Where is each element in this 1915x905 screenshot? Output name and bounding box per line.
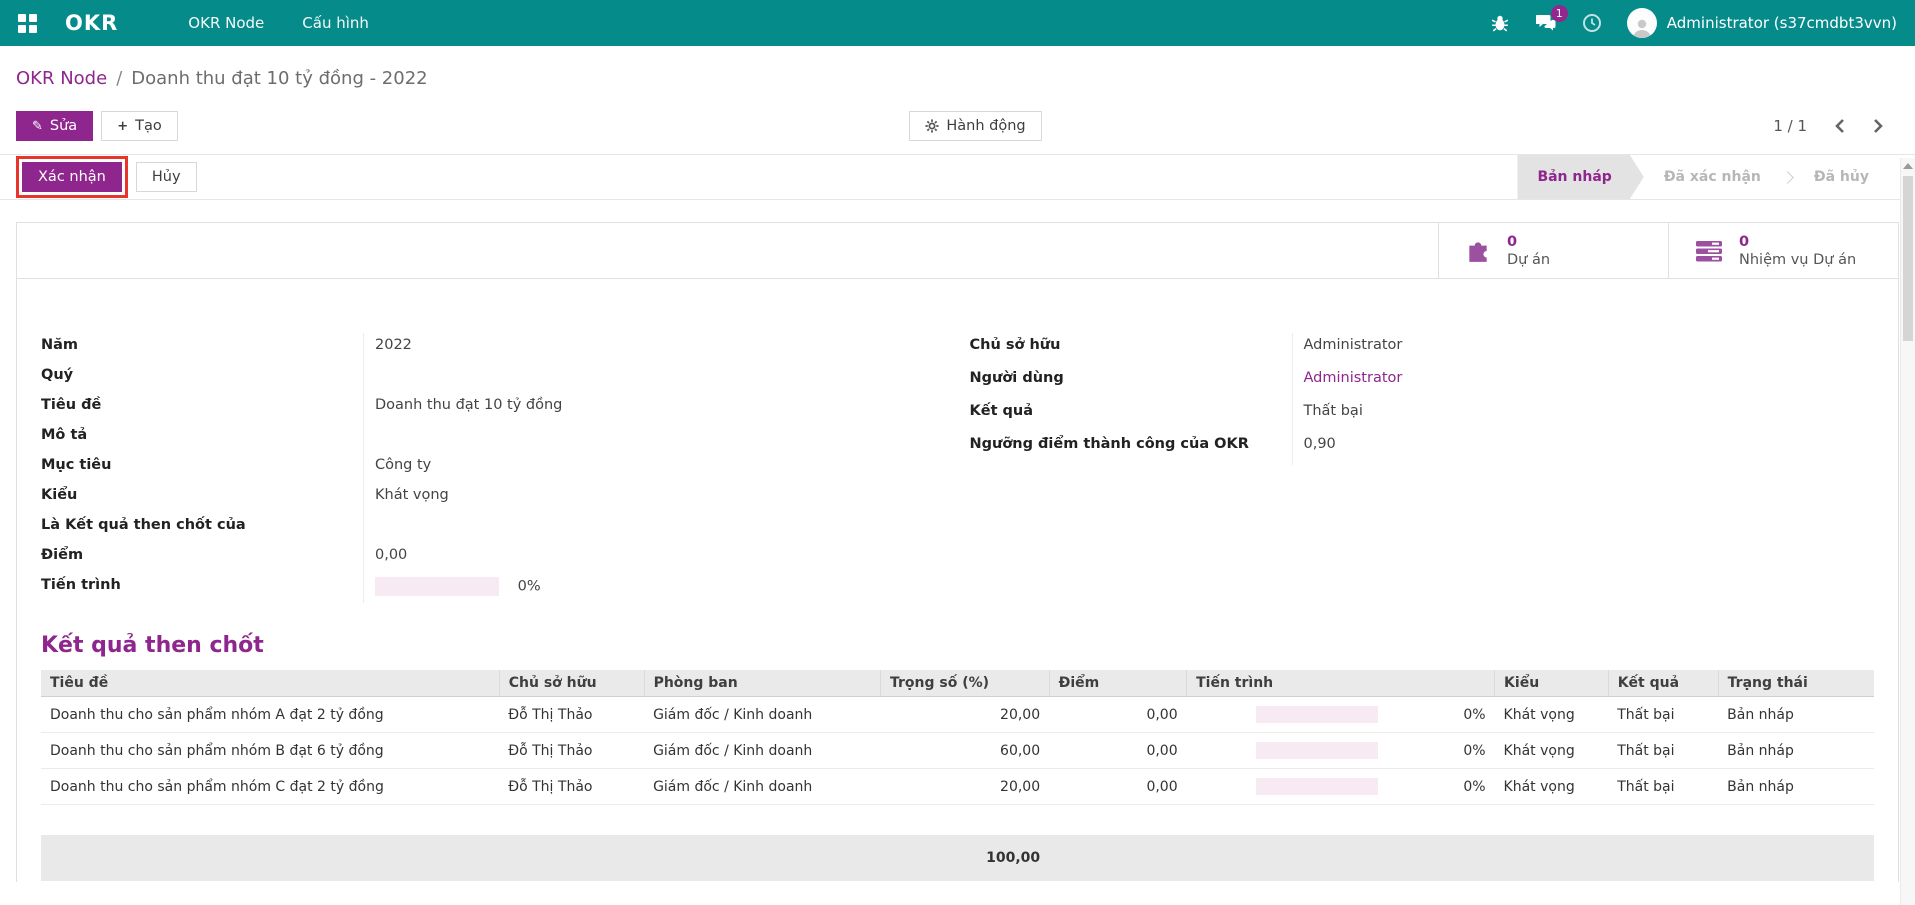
table-row[interactable]: Doanh thu cho sản phẩm nhóm B đạt 6 tỷ đ… (41, 733, 1874, 769)
field-threshold: Ngưỡng điểm thành công của OKR 0,90 (970, 432, 1899, 465)
stat-button-box: 0 Dự án 0 Nhiệm vụ Dự án (17, 223, 1898, 279)
nav-menu-okr-node[interactable]: OKR Node (188, 14, 264, 32)
table-header-row: Tiêu đề Chủ sở hữu Phòng ban Trọng số (%… (41, 670, 1874, 697)
edit-button[interactable]: ✎ Sửa (16, 111, 93, 141)
field-owner: Chủ sở hữu Administrator (970, 333, 1899, 366)
key-results-section-title: Kết quả then chốt (41, 633, 1898, 658)
progress-bar (1256, 742, 1378, 759)
statusbar: Xác nhận Hủy Bản nháp Đã xác nhận Đã hủy (0, 154, 1915, 200)
pager-previous-icon[interactable] (1833, 118, 1846, 134)
create-button[interactable]: + Tạo (101, 111, 178, 141)
user-link[interactable]: Administrator (1292, 366, 1899, 399)
scroll-up-icon[interactable] (1903, 163, 1913, 169)
stage-confirmed[interactable]: Đã xác nhận (1644, 155, 1781, 199)
confirm-button[interactable]: Xác nhận (22, 162, 122, 192)
form-fields: Năm 2022 Quý Tiêu đề Doanh thu đạt 10 tỷ… (17, 279, 1898, 603)
field-score: Điểm 0,00 (41, 543, 970, 573)
stage-cancelled[interactable]: Đã hủy (1794, 155, 1889, 199)
field-user: Người dùng Administrator (970, 366, 1899, 399)
field-progress: Tiến trình 0% (41, 573, 970, 603)
progress-bar (1256, 706, 1378, 723)
breadcrumb-separator: / (116, 68, 122, 89)
table-spacer-row (41, 805, 1874, 835)
user-menu[interactable]: Administrator (s37cmdbt3vvn) (1627, 8, 1897, 38)
project-tasks-label: Nhiệm vụ Dự án (1739, 251, 1856, 269)
progress-bar (1256, 778, 1378, 795)
annotation-highlight: Xác nhận (16, 156, 128, 198)
key-results-table: Tiêu đề Chủ sở hữu Phòng ban Trọng số (%… (41, 670, 1874, 881)
pager: 1 / 1 (1773, 117, 1899, 135)
tasks-icon (1695, 239, 1723, 263)
progress-bar (375, 577, 499, 596)
plus-icon: + (117, 119, 128, 134)
debug-bug-icon[interactable] (1489, 12, 1511, 34)
field-year: Năm 2022 (41, 333, 970, 363)
table-row[interactable]: Doanh thu cho sản phẩm nhóm C đạt 2 tỷ đ… (41, 769, 1874, 805)
message-count-badge: 1 (1551, 5, 1568, 22)
nav-menu-config[interactable]: Cấu hình (302, 14, 369, 32)
messages-icon[interactable]: 1 (1535, 12, 1557, 34)
field-description: Mô tả (41, 423, 970, 453)
col-result[interactable]: Kết quả (1608, 670, 1718, 697)
top-navbar: OKR OKR Node Cấu hình 1 (0, 0, 1915, 46)
user-name: Administrator (s37cmdbt3vvn) (1667, 14, 1897, 32)
table-row[interactable]: Doanh thu cho sản phẩm nhóm A đạt 2 tỷ đ… (41, 697, 1874, 733)
breadcrumb-current: Doanh thu đạt 10 tỷ đồng - 2022 (131, 68, 427, 89)
total-weight: 100,00 (881, 835, 1050, 881)
pager-next-icon[interactable] (1872, 118, 1885, 134)
puzzle-icon (1465, 238, 1491, 264)
navbar-right: 1 Administrator (s37cmdbt3vvn) (1489, 8, 1897, 38)
vertical-scrollbar[interactable] (1900, 158, 1915, 905)
field-result: Kết quả Thất bại (970, 399, 1899, 432)
project-tasks-count: 0 (1739, 233, 1856, 251)
pencil-icon: ✎ (32, 119, 43, 134)
apps-grid-icon[interactable] (18, 14, 37, 33)
col-progress[interactable]: Tiến trình (1187, 670, 1495, 697)
col-owner[interactable]: Chủ sở hữu (499, 670, 644, 697)
field-type: Kiểu Khát vọng (41, 483, 970, 513)
field-parent-kr: Là Kết quả then chốt của (41, 513, 970, 543)
cancel-button[interactable]: Hủy (136, 162, 197, 192)
col-department[interactable]: Phòng ban (644, 670, 880, 697)
app-brand[interactable]: OKR (65, 11, 118, 35)
field-quarter: Quý (41, 363, 970, 393)
col-title[interactable]: Tiêu đề (41, 670, 499, 697)
activity-clock-icon[interactable] (1581, 12, 1603, 34)
table-total-row: 100,00 (41, 835, 1874, 881)
scrollbar-thumb[interactable] (1903, 176, 1913, 341)
status-stages: Bản nháp Đã xác nhận Đã hủy (1517, 155, 1889, 199)
field-objective: Mục tiêu Công ty (41, 453, 970, 483)
stage-chevron-icon (1781, 171, 1794, 184)
breadcrumb-parent-link[interactable]: OKR Node (16, 68, 107, 89)
pager-value: 1 / 1 (1773, 117, 1807, 135)
stat-button-projects[interactable]: 0 Dự án (1438, 223, 1668, 278)
form-sheet: 0 Dự án 0 Nhiệm vụ Dự án (16, 222, 1899, 882)
projects-count: 0 (1507, 233, 1550, 251)
progress-value: 0% (518, 579, 541, 595)
avatar (1627, 8, 1657, 38)
col-score[interactable]: Điểm (1049, 670, 1186, 697)
projects-label: Dự án (1507, 251, 1550, 269)
stat-button-project-tasks[interactable]: 0 Nhiệm vụ Dự án (1668, 223, 1898, 278)
gear-icon (925, 119, 939, 133)
button-row: ✎ Sửa + Tạo (16, 98, 1899, 154)
col-state[interactable]: Trạng thái (1718, 670, 1874, 697)
control-panel: OKR Node / Doanh thu đạt 10 tỷ đồng - 20… (0, 46, 1915, 154)
stage-draft[interactable]: Bản nháp (1517, 155, 1643, 199)
field-title: Tiêu đề Doanh thu đạt 10 tỷ đồng (41, 393, 970, 423)
col-weight[interactable]: Trọng số (%) (881, 670, 1050, 697)
col-type[interactable]: Kiểu (1495, 670, 1609, 697)
action-menu-button[interactable]: Hành động (909, 111, 1041, 141)
breadcrumb: OKR Node / Doanh thu đạt 10 tỷ đồng - 20… (16, 58, 1899, 98)
